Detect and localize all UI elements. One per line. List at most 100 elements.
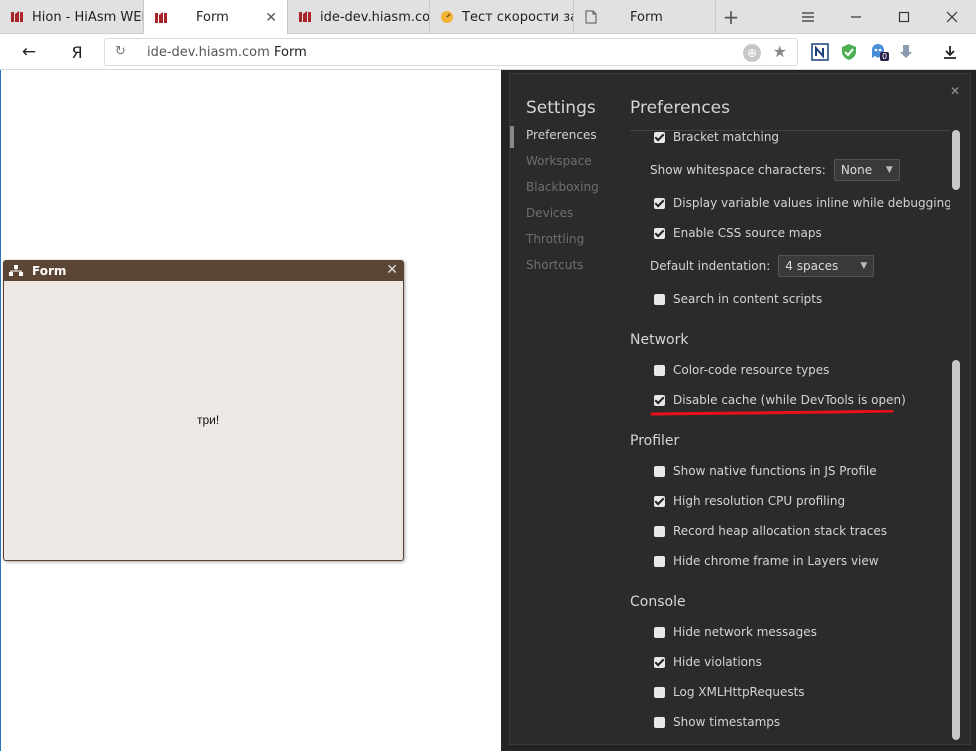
yandex-button[interactable]: Я xyxy=(64,40,90,64)
sidebar-item-shortcuts[interactable]: Shortcuts xyxy=(526,258,583,272)
downloads-button[interactable] xyxy=(940,42,960,62)
bookmark-star-icon[interactable]: ★ xyxy=(773,42,787,61)
checkbox[interactable] xyxy=(654,394,665,406)
address-bar[interactable]: ↻ ide-dev.hiasm.com Form ⊕ ★ xyxy=(104,38,798,66)
close-window-button[interactable] xyxy=(928,0,976,34)
close-icon xyxy=(946,11,958,23)
new-tab-button[interactable]: + xyxy=(716,6,746,28)
reload-icon[interactable]: ↻ xyxy=(115,44,126,59)
checkbox[interactable] xyxy=(654,227,665,239)
setting-label: Show timestamps xyxy=(673,715,781,729)
tab-label: Hion - HiAsm WEB xyxy=(32,9,143,25)
form-titlebar[interactable]: Form ✕ xyxy=(4,261,403,281)
tab-form-active[interactable]: Form ✕ xyxy=(144,0,288,35)
menu-button[interactable] xyxy=(784,0,832,34)
tab-hion[interactable]: Hion - HiAsm WEB xyxy=(0,0,144,34)
setting-chrome-frame[interactable]: Hide chrome frame in Layers view xyxy=(630,551,879,571)
checkbox[interactable] xyxy=(654,197,665,209)
sidebar-item-throttling[interactable]: Throttling xyxy=(526,232,584,246)
preferences-content[interactable]: Bracket matching Show whitespace charact… xyxy=(630,130,950,746)
page-viewport: Form ✕ три! xyxy=(0,70,501,751)
setting-label: Hide network messages xyxy=(673,625,817,639)
setting-disable-cache[interactable]: Disable cache (while DevTools is open) xyxy=(630,390,906,410)
browser-toolbar: ← Я ↻ ide-dev.hiasm.com Form ⊕ ★ 0 xyxy=(0,34,976,70)
setting-label: Log XMLHttpRequests xyxy=(673,685,805,699)
setting-indentation: Default indentation: 4 spaces ▼ xyxy=(630,255,875,277)
adguard-button[interactable] xyxy=(839,42,859,62)
form-close-icon[interactable]: ✕ xyxy=(386,262,398,278)
checkbox[interactable] xyxy=(654,555,665,567)
setting-heap-traces[interactable]: Record heap allocation stack traces xyxy=(630,521,887,541)
setting-bracket-matching[interactable]: Bracket matching xyxy=(630,131,779,147)
setting-label: Hide chrome frame in Layers view xyxy=(673,554,879,568)
maximize-button[interactable] xyxy=(880,0,928,34)
setting-timestamps[interactable]: Show timestamps xyxy=(630,712,780,732)
setting-label: Record heap allocation stack traces xyxy=(673,524,888,538)
setting-content-scripts[interactable]: Search in content scripts xyxy=(630,289,822,309)
form-label: три! xyxy=(197,413,220,427)
sidebar-item-blackboxing[interactable]: Blackboxing xyxy=(526,180,599,194)
setting-whitespace: Show whitespace characters: None ▼ xyxy=(630,159,900,181)
minimize-button[interactable] xyxy=(832,0,880,34)
ghost-extension-button[interactable]: 0 xyxy=(868,42,890,62)
translate-icon[interactable]: ⊕ xyxy=(743,44,761,62)
checkbox[interactable] xyxy=(654,495,665,507)
tab-speedtest[interactable]: Тест скорости загр xyxy=(430,0,574,34)
setting-violations[interactable]: Hide violations xyxy=(630,652,762,672)
tab-label: Form xyxy=(196,10,229,25)
hiasm-icon xyxy=(298,10,312,24)
checkbox[interactable] xyxy=(654,686,665,698)
yandex-logo-icon: Я xyxy=(71,42,83,62)
close-tab-icon[interactable]: ✕ xyxy=(265,10,277,26)
setting-native-functions[interactable]: Show native functions in JS Profile xyxy=(630,461,877,481)
indentation-select[interactable]: 4 spaces ▼ xyxy=(778,255,875,277)
checkbox[interactable] xyxy=(654,293,665,305)
extension-n-icon xyxy=(811,43,829,61)
sidebar-item-workspace[interactable]: Workspace xyxy=(526,154,592,168)
scrollbar-top-segment[interactable] xyxy=(952,130,960,190)
sidebar-item-preferences[interactable]: Preferences xyxy=(526,128,597,142)
extension-badge: 0 xyxy=(880,52,890,61)
checkbox[interactable] xyxy=(654,626,665,638)
chevron-down-icon: ▼ xyxy=(885,165,893,175)
checkbox[interactable] xyxy=(654,465,665,477)
address-page-title: Form xyxy=(274,45,307,60)
whitespace-select[interactable]: None ▼ xyxy=(833,159,900,181)
sidebar-item-devices[interactable]: Devices xyxy=(526,206,573,220)
setting-xhr[interactable]: Log XMLHttpRequests xyxy=(630,682,805,702)
setting-css-source-maps[interactable]: Enable CSS source maps xyxy=(630,223,822,243)
checkbox[interactable] xyxy=(654,656,665,668)
preferences-title: Preferences xyxy=(630,98,730,118)
form-window[interactable]: Form ✕ три! xyxy=(3,260,404,561)
speedtest-icon xyxy=(440,10,454,24)
scrollbar-thumb[interactable] xyxy=(952,360,960,740)
back-arrow-icon: ← xyxy=(21,42,37,62)
tab-ide-dev[interactable]: ide-dev.hiasm.com xyxy=(288,0,430,34)
checkbox[interactable] xyxy=(654,131,665,143)
preferences-scrollbar[interactable] xyxy=(950,130,962,742)
download-arrow-icon xyxy=(900,45,912,58)
setting-color-code[interactable]: Color-code resource types xyxy=(630,360,829,380)
form-app-icon xyxy=(9,265,23,276)
checkbox[interactable] xyxy=(654,716,665,728)
setting-label: High resolution CPU profiling xyxy=(673,494,846,508)
tab-label: Form xyxy=(630,9,663,25)
setting-high-resolution[interactable]: High resolution CPU profiling xyxy=(630,491,845,511)
checkbox[interactable] xyxy=(654,364,665,376)
setting-label: Enable CSS source maps xyxy=(673,226,822,240)
close-settings-icon[interactable]: ✕ xyxy=(950,84,960,98)
extension-n-button[interactable] xyxy=(810,42,830,62)
tab-form-2[interactable]: Form xyxy=(574,0,716,34)
section-console: Console xyxy=(630,594,686,610)
hamburger-icon xyxy=(802,12,814,22)
address-host: ide-dev.hiasm.com xyxy=(147,45,270,60)
settings-title: Settings xyxy=(526,98,596,118)
download-extension-button[interactable] xyxy=(896,42,916,62)
setting-inline-values[interactable]: Display variable values inline while deb… xyxy=(630,193,950,213)
form-title: Form xyxy=(32,264,67,278)
back-button[interactable]: ← xyxy=(16,40,42,64)
hiasm-icon xyxy=(154,11,168,25)
select-value: 4 spaces xyxy=(785,259,839,273)
setting-network-messages[interactable]: Hide network messages xyxy=(630,622,817,642)
checkbox[interactable] xyxy=(654,525,665,537)
